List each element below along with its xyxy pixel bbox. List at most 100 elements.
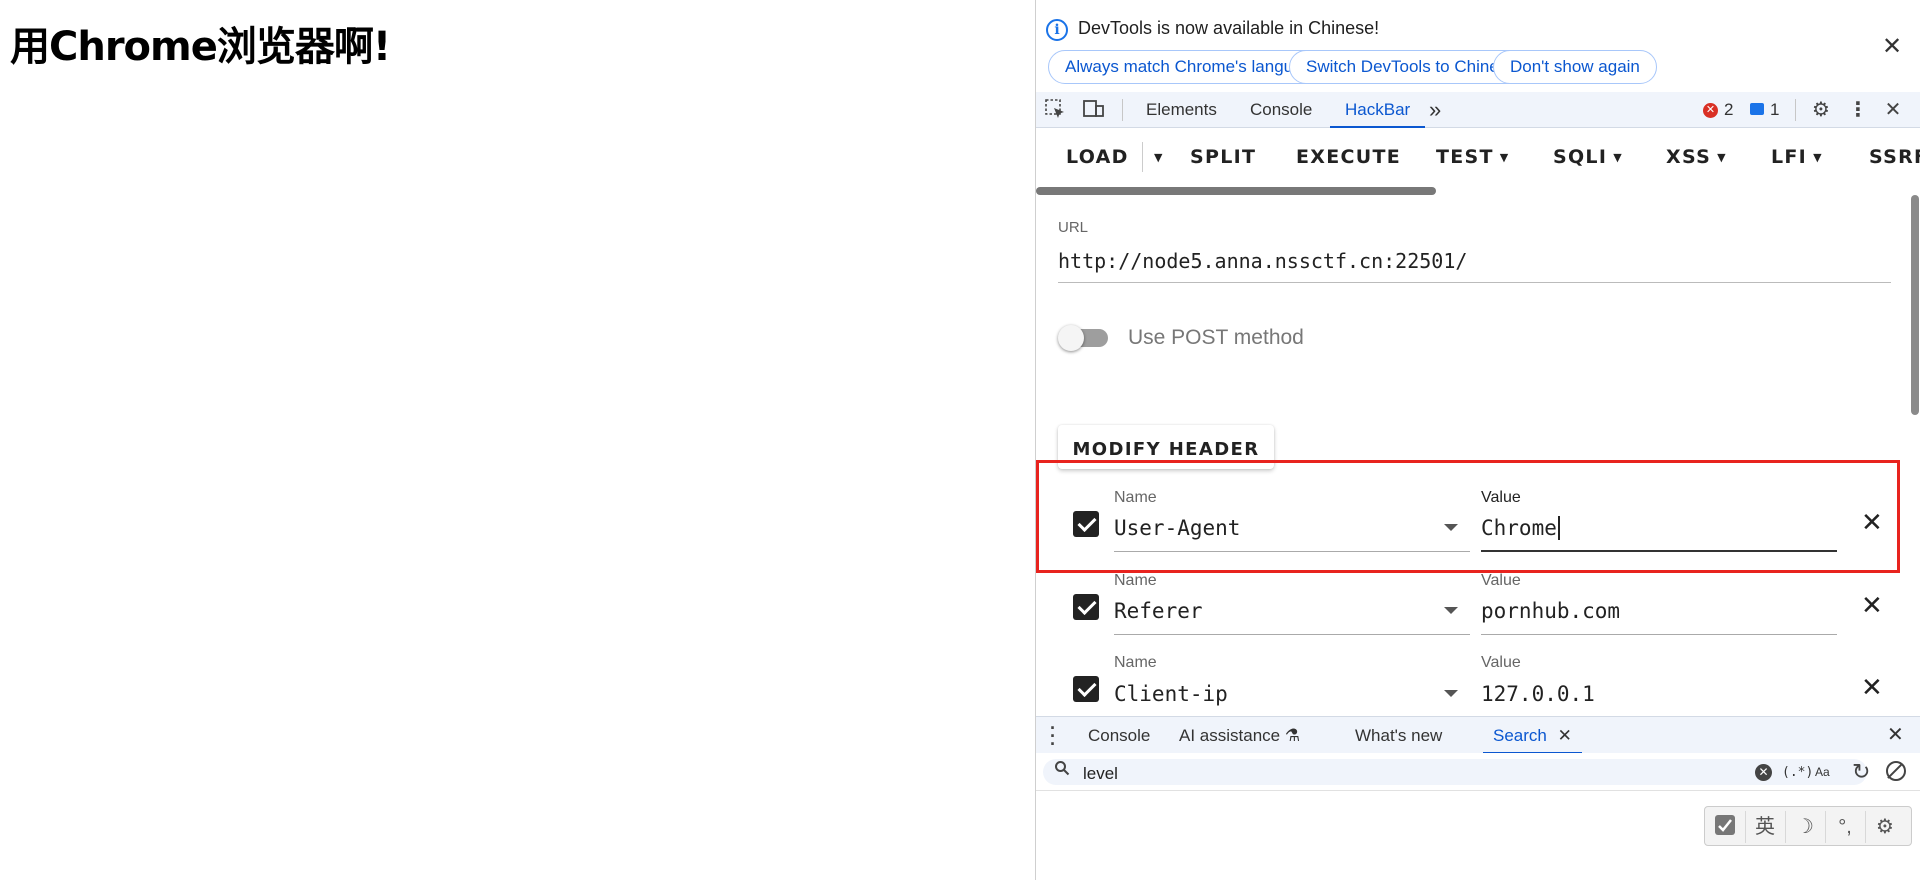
page-heading: 用Chrome浏览器啊! — [10, 24, 391, 70]
refresh-icon[interactable]: ↻ — [1852, 759, 1870, 785]
toolbar-separator — [1795, 99, 1796, 121]
remove-header-icon[interactable]: ✕ — [1861, 672, 1883, 703]
toggle-knob[interactable] — [1058, 325, 1084, 351]
header-name-input[interactable]: Client-ip — [1114, 682, 1228, 706]
ime-language-toggle[interactable]: 英 — [1751, 813, 1779, 841]
menu-divider — [1142, 142, 1143, 172]
message-count[interactable]: 1 — [1770, 100, 1779, 120]
header-name-label: Name — [1114, 489, 1157, 506]
error-icon[interactable]: ✕ — [1703, 103, 1718, 118]
value-underline — [1481, 634, 1837, 635]
search-icon — [1054, 760, 1070, 781]
infobar-message: DevTools is now available in Chinese! — [1078, 18, 1380, 38]
header-value-input[interactable]: pornhub.com — [1481, 599, 1620, 623]
chevron-down-icon[interactable] — [1444, 607, 1458, 614]
drawer-tab-ai-assistance[interactable]: AI assistance ⚗ — [1179, 717, 1300, 754]
drawer-tab-whats-new[interactable]: What's new — [1355, 717, 1442, 754]
ime-logo-icon[interactable] — [1711, 813, 1739, 841]
devtools-panel: i DevTools is now available in Chinese! … — [1035, 0, 1920, 880]
drawer-tab-console[interactable]: Console — [1088, 717, 1150, 754]
regex-toggle[interactable]: (.*) — [1782, 765, 1813, 780]
drawer-toolbar: · · · Console AI assistance ⚗ What's new S… — [1036, 716, 1920, 754]
execute-button[interactable]: EXECUTE — [1296, 146, 1401, 168]
header-value-label: Value — [1481, 489, 1521, 506]
clear-search-icon[interactable]: ✕ — [1755, 764, 1772, 781]
kebab-menu-icon[interactable]: ⋮ — [1845, 98, 1871, 122]
match-case-toggle[interactable]: Aa — [1815, 765, 1830, 779]
name-underline — [1114, 634, 1470, 635]
url-label: URL — [1058, 219, 1089, 236]
vertical-scrollbar[interactable] — [1911, 195, 1919, 415]
moon-icon[interactable]: ☽ — [1791, 813, 1819, 841]
tab-hackbar[interactable]: HackBar — [1330, 92, 1426, 128]
close-drawer-icon[interactable]: ✕ — [1887, 717, 1904, 754]
split-button[interactable]: SPLIT — [1190, 146, 1256, 168]
drawer-tab-search[interactable]: Search ✕ — [1483, 717, 1582, 754]
header-name-label: Name — [1114, 572, 1157, 589]
remove-header-icon[interactable]: ✕ — [1861, 507, 1883, 538]
header-enabled-checkbox[interactable] — [1073, 511, 1099, 537]
toolbar-separator — [1122, 99, 1123, 121]
remove-header-icon[interactable]: ✕ — [1861, 590, 1883, 621]
header-name-input[interactable]: Referer — [1114, 599, 1203, 623]
punctuation-icon[interactable]: °, — [1831, 813, 1859, 841]
test-menu[interactable]: TEST ▼ — [1436, 146, 1510, 168]
name-underline — [1114, 551, 1470, 552]
horizontal-scrollbar[interactable] — [1036, 187, 1436, 195]
search-row: level ✕ (.*) Aa ↻ — [1036, 753, 1920, 791]
sqli-menu[interactable]: SQLI ▼ — [1553, 146, 1623, 168]
close-icon[interactable]: ✕ — [1882, 32, 1902, 61]
header-name-input[interactable]: User-Agent — [1114, 516, 1240, 540]
error-count[interactable]: 2 — [1724, 100, 1733, 120]
message-icon[interactable] — [1750, 103, 1764, 115]
ime-toolbar: 英 ☽ °, ⚙ — [1704, 806, 1912, 846]
drawer-menu-icon[interactable]: · · · — [1050, 719, 1056, 753]
chevron-down-icon: ▼ — [1717, 151, 1727, 164]
settings-icon[interactable]: ⚙ — [1871, 813, 1899, 841]
header-enabled-checkbox[interactable] — [1073, 676, 1099, 702]
dont-show-again-button[interactable]: Don't show again — [1493, 50, 1657, 84]
close-icon[interactable]: ✕ — [1558, 726, 1572, 745]
tab-console[interactable]: Console — [1250, 92, 1312, 128]
inspect-element-icon[interactable] — [1042, 98, 1068, 122]
flask-icon: ⚗ — [1284, 726, 1301, 745]
lfi-menu[interactable]: LFI ▼ — [1771, 146, 1823, 168]
header-row: Name User-Agent Value Chrome ✕ — [1036, 487, 1920, 565]
web-page: 用Chrome浏览器啊! — [0, 0, 1035, 880]
info-icon: i — [1046, 19, 1068, 41]
chevron-down-icon[interactable] — [1444, 524, 1458, 531]
value-underline — [1481, 550, 1837, 552]
search-input[interactable] — [1043, 759, 1867, 785]
settings-icon[interactable]: ⚙ — [1808, 98, 1834, 122]
header-row: Name Client-ip Value 127.0.0.1 ✕ — [1036, 652, 1920, 715]
devtools-toolbar: Elements Console HackBar » ✕ 2 1 ⚙ ⋮ ✕ — [1036, 92, 1920, 128]
modify-header-button[interactable]: MODIFY HEADER — [1058, 425, 1274, 469]
header-name-label: Name — [1114, 654, 1157, 671]
header-value-input[interactable]: 127.0.0.1 — [1481, 682, 1595, 706]
more-tabs-icon[interactable]: » — [1429, 92, 1441, 128]
header-enabled-checkbox[interactable] — [1073, 594, 1099, 620]
ssrf-menu[interactable]: SSRF — [1869, 146, 1920, 168]
header-value-label: Value — [1481, 654, 1521, 671]
url-input[interactable]: http://node5.anna.nssctf.cn:22501/ — [1058, 249, 1467, 273]
device-toolbar-icon[interactable] — [1080, 98, 1106, 122]
close-icon[interactable]: ✕ — [1880, 98, 1906, 122]
chevron-down-icon: ▼ — [1613, 151, 1623, 164]
post-method-label: Use POST method — [1128, 326, 1304, 349]
chevron-down-icon: ▼ — [1499, 151, 1510, 164]
chevron-down-icon: ▼ — [1813, 151, 1823, 164]
language-infobar: i DevTools is now available in Chinese! … — [1036, 0, 1920, 92]
load-options-caret[interactable]: ▼ — [1148, 146, 1164, 168]
hackbar-menu: LOAD ▼ SPLIT EXECUTE TEST ▼ SQLI ▼ XSS ▼ LF… — [1036, 132, 1920, 188]
tab-elements[interactable]: Elements — [1146, 92, 1217, 128]
hackbar-body: URL http://node5.anna.nssctf.cn:22501/ U… — [1036, 195, 1920, 715]
clear-results-icon[interactable] — [1886, 761, 1906, 781]
search-query[interactable]: level — [1083, 764, 1118, 784]
header-row: Name Referer Value pornhub.com ✕ — [1036, 570, 1920, 648]
header-value-input[interactable]: Chrome — [1481, 516, 1560, 540]
load-button[interactable]: LOAD — [1066, 146, 1129, 168]
url-underline — [1058, 282, 1891, 283]
header-value-label: Value — [1481, 572, 1521, 589]
chevron-down-icon[interactable] — [1444, 690, 1458, 697]
xss-menu[interactable]: XSS ▼ — [1666, 146, 1727, 168]
